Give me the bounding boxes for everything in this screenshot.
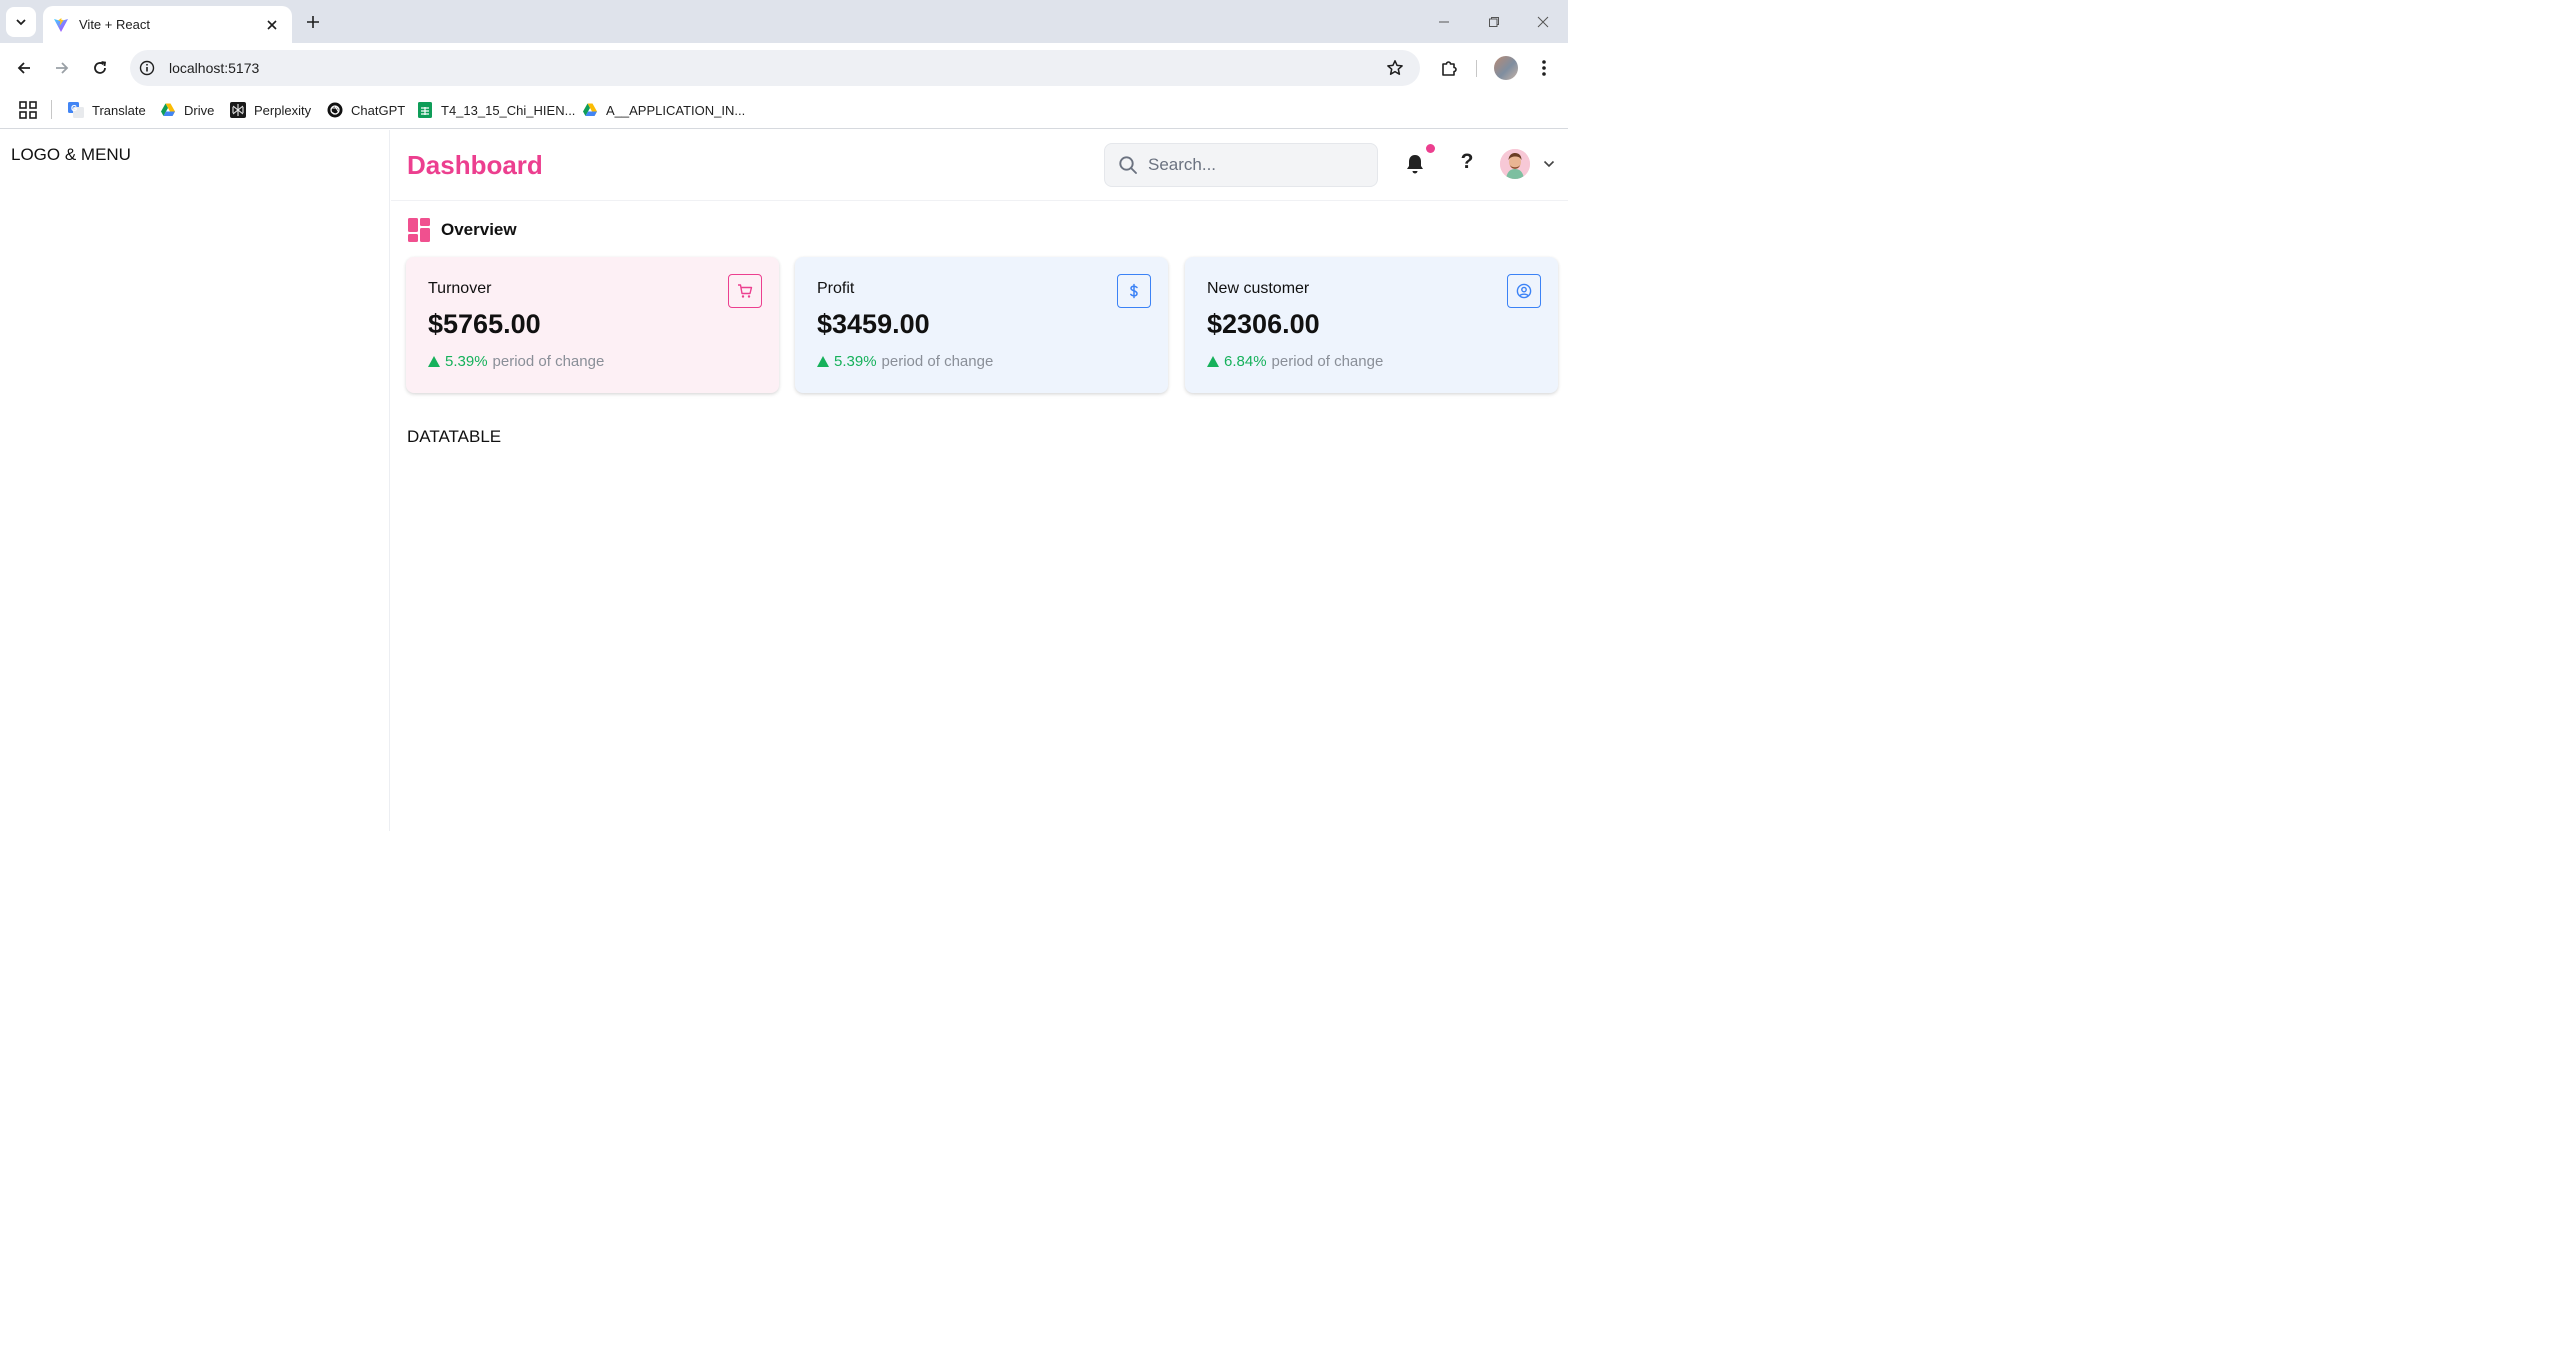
close-icon <box>1537 16 1549 28</box>
search-box[interactable] <box>1104 143 1378 187</box>
bookmark-label: ChatGPT <box>351 102 406 118</box>
bookmark-star-icon[interactable] <box>1384 57 1406 79</box>
restore-icon <box>1489 17 1499 27</box>
bookmark-label: A__APPLICATION_IN... <box>606 102 746 118</box>
bookmark-perplexity[interactable]: Perplexity <box>230 99 311 121</box>
extensions-button[interactable] <box>1436 55 1462 81</box>
stat-card-turnover: Turnover $5765.00 5.39% period of change <box>406 257 779 393</box>
card-label: Profit <box>817 280 855 297</box>
help-icon[interactable]: ? <box>1455 150 1479 176</box>
change-period: period of change <box>1271 353 1384 370</box>
vite-logo-icon <box>54 17 68 32</box>
browser-tab[interactable]: Vite + React <box>43 6 292 43</box>
dashboard-grid-icon <box>408 218 430 242</box>
card-label: Turnover <box>428 280 492 297</box>
restore-button[interactable] <box>1484 12 1504 32</box>
minimize-button[interactable] <box>1434 12 1454 32</box>
close-icon[interactable] <box>264 17 280 33</box>
card-change: 6.84% period of change <box>1207 353 1383 370</box>
more-vertical-icon <box>1542 60 1546 76</box>
page-title: Dashboard <box>407 150 543 180</box>
reload-icon <box>94 61 107 74</box>
cart-button[interactable] <box>728 274 762 308</box>
dollar-icon <box>1130 283 1138 299</box>
bookmark-application[interactable]: A__APPLICATION_IN... <box>582 99 745 121</box>
chevron-down-icon <box>16 19 26 26</box>
card-change: 5.39% period of change <box>428 353 604 370</box>
perplexity-icon <box>230 102 246 118</box>
browser-profile-avatar[interactable] <box>1494 56 1518 80</box>
triangle-up-icon <box>1207 356 1219 367</box>
bookmark-translate[interactable]: G Translate <box>68 99 146 121</box>
datatable-placeholder: DATATABLE <box>407 427 502 446</box>
cart-icon <box>738 284 753 298</box>
bookmark-label: T4_13_15_Chi_HIEN... <box>441 102 576 118</box>
stat-card-new-customer: New customer $2306.00 6.84% period of ch… <box>1185 257 1558 393</box>
arrow-left-icon <box>17 62 30 74</box>
minimize-icon <box>1439 21 1449 23</box>
site-info-icon[interactable] <box>138 59 156 77</box>
window-close-button[interactable] <box>1533 12 1553 32</box>
bookmark-chatgpt[interactable]: ChatGPT <box>327 99 405 121</box>
toolbar-divider <box>1476 60 1477 77</box>
url-text[interactable]: localhost:5173 <box>169 60 1384 76</box>
notification-badge <box>1426 144 1435 153</box>
chevron-down-icon[interactable] <box>1541 156 1557 172</box>
bookmark-label: Drive <box>184 102 215 118</box>
bookmark-label: Translate <box>92 102 146 118</box>
google-drive-icon <box>582 102 598 118</box>
logo-menu-placeholder: LOGO & MENU <box>11 145 131 164</box>
sidebar: LOGO & MENU <box>0 130 390 831</box>
arrow-right-icon <box>56 62 69 74</box>
apps-grid-icon[interactable] <box>18 100 38 120</box>
new-tab-button[interactable] <box>300 9 326 35</box>
change-period: period of change <box>492 353 605 370</box>
svg-text:G: G <box>71 104 77 113</box>
change-period: period of change <box>881 353 994 370</box>
overview-heading: Overview <box>408 217 517 243</box>
bookmark-label: Perplexity <box>254 102 312 118</box>
card-value: $5765.00 <box>428 309 541 339</box>
browser-tabstrip: Vite + React <box>0 0 1568 43</box>
bookmarks-divider <box>51 100 52 119</box>
google-translate-icon: G <box>68 102 84 118</box>
back-button[interactable] <box>11 55 37 81</box>
google-drive-icon <box>160 102 176 118</box>
google-sheets-icon <box>417 102 433 118</box>
user-avatar[interactable] <box>1500 149 1530 179</box>
puzzle-icon <box>1442 61 1457 76</box>
page: LOGO & MENU Dashboard ? <box>0 130 1568 831</box>
card-value: $3459.00 <box>817 309 930 339</box>
address-bar[interactable]: localhost:5173 <box>130 50 1420 86</box>
bookmarks-bar: G Translate Drive Perplexity ChatGPT T4_… <box>0 92 1568 129</box>
triangle-up-icon <box>817 356 829 367</box>
tab-search-button[interactable] <box>6 7 36 37</box>
change-percent: 6.84% <box>1224 353 1267 370</box>
change-percent: 5.39% <box>445 353 488 370</box>
card-value: $2306.00 <box>1207 309 1320 339</box>
user-circle-icon <box>1516 283 1532 299</box>
search-input[interactable] <box>1148 155 1368 175</box>
forward-button[interactable] <box>49 55 75 81</box>
bookmark-sheets[interactable]: T4_13_15_Chi_HIEN... <box>417 99 575 121</box>
overview-title: Overview <box>441 220 517 239</box>
header: Dashboard ? <box>391 130 1568 201</box>
card-label: New customer <box>1207 280 1310 297</box>
stat-card-profit: Profit $3459.00 5.39% period of change <box>795 257 1168 393</box>
tab-title: Vite + React <box>79 17 150 32</box>
change-percent: 5.39% <box>834 353 877 370</box>
dollar-button[interactable] <box>1117 274 1151 308</box>
plus-icon <box>307 16 319 28</box>
user-button[interactable] <box>1507 274 1541 308</box>
chatgpt-icon <box>327 102 343 118</box>
browser-toolbar: localhost:5173 <box>0 43 1568 92</box>
card-change: 5.39% period of change <box>817 353 993 370</box>
browser-menu-button[interactable] <box>1531 55 1557 81</box>
notification-bell-icon[interactable] <box>1403 152 1427 176</box>
triangle-up-icon <box>428 356 440 367</box>
search-icon <box>1117 154 1139 176</box>
bookmark-drive[interactable]: Drive <box>160 99 214 121</box>
reload-button[interactable] <box>87 55 113 81</box>
